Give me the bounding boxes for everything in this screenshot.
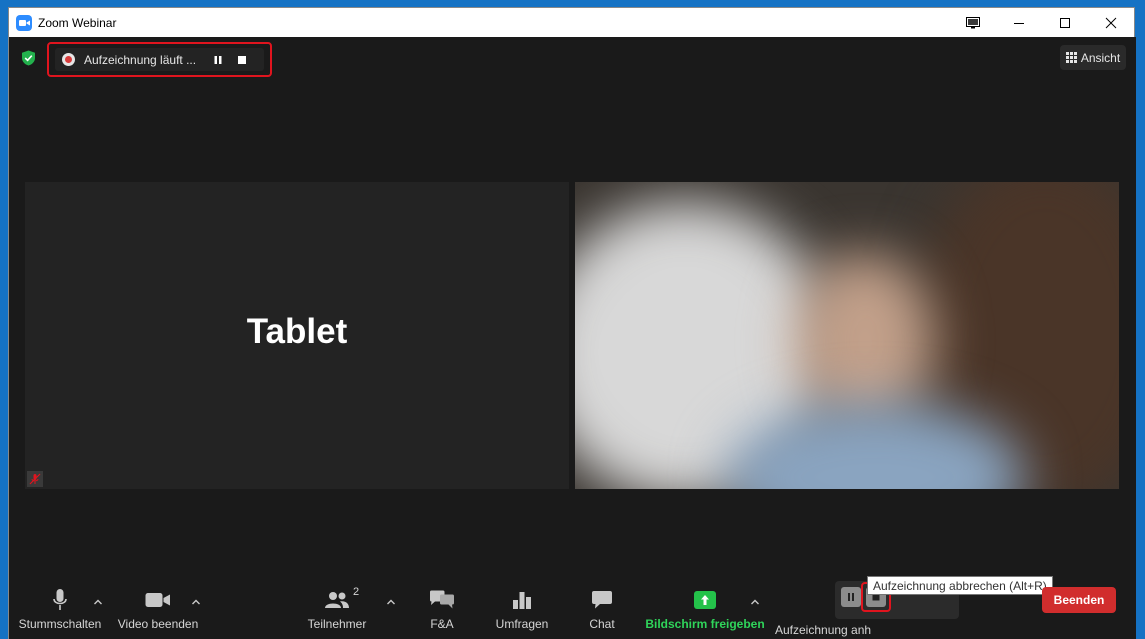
window-controls — [950, 8, 1134, 37]
mute-button[interactable]: Stummschalten — [17, 577, 103, 639]
minimize-icon — [1014, 22, 1024, 24]
zoom-camera-icon — [16, 14, 32, 31]
participants-count: 2 — [353, 586, 360, 598]
share-label: Bildschirm freigeben — [645, 617, 765, 631]
screen-share-display-button[interactable] — [950, 8, 996, 37]
stop-video-button[interactable]: Video beenden — [115, 577, 201, 639]
qa-label: F&A — [430, 617, 454, 631]
recording-indicator: Aufzeichnung läuft ... — [55, 48, 264, 71]
meeting-area: Aufzeichnung läuft ... Ansicht Tablet St… — [9, 37, 1136, 639]
chat-bubble-icon — [592, 591, 612, 609]
microphone-muted-icon — [27, 471, 43, 487]
record-dot-icon — [62, 53, 75, 66]
microphone-icon — [53, 589, 67, 610]
qa-button[interactable]: F&A — [419, 577, 465, 639]
grid-icon — [1065, 52, 1077, 63]
window-title: Zoom Webinar — [38, 15, 117, 30]
pause-recording-toolbar-button[interactable] — [841, 587, 861, 607]
bar-chart-icon — [513, 592, 531, 609]
recording-indicator-highlight: Aufzeichnung läuft ... — [47, 42, 272, 77]
polls-button[interactable]: Umfragen — [489, 577, 555, 639]
chevron-up-icon — [94, 599, 102, 605]
close-icon — [1105, 17, 1117, 28]
stop-recording-button[interactable] — [230, 48, 254, 71]
view-button[interactable]: Ansicht — [1060, 45, 1126, 70]
maximize-button[interactable] — [1042, 8, 1088, 37]
pause-icon — [848, 593, 854, 601]
recording-status-text: Aufzeichnung läuft ... — [84, 52, 197, 67]
stop-recording-tooltip: Aufzeichnung abbrechen (Alt+R) — [867, 576, 1053, 595]
audio-options-caret[interactable] — [93, 593, 103, 605]
qa-bubbles-icon — [430, 590, 454, 609]
share-options-caret[interactable] — [750, 593, 760, 605]
people-icon — [325, 592, 349, 608]
zoom-window: Zoom Webinar Aufzeichnung läuft ... Ansi… — [8, 7, 1136, 639]
minimize-button[interactable] — [996, 8, 1042, 37]
chat-label: Chat — [589, 617, 615, 631]
pause-icon — [214, 55, 222, 64]
close-button[interactable] — [1088, 8, 1134, 37]
participant-tile-tablet[interactable]: Tablet — [25, 182, 569, 489]
participants-label: Teilnehmer — [307, 617, 367, 631]
share-arrow-icon — [694, 591, 716, 609]
video-label: Video beenden — [117, 617, 199, 631]
participant-video-tile[interactable] — [575, 182, 1119, 489]
end-meeting-button[interactable]: Beenden — [1042, 587, 1116, 613]
participants-options-caret[interactable] — [386, 593, 396, 605]
title-bar: Zoom Webinar — [9, 8, 1134, 37]
chevron-up-icon — [751, 599, 759, 605]
mute-label: Stummschalten — [18, 617, 102, 631]
pause-recording-button[interactable] — [206, 48, 230, 71]
share-screen-button[interactable]: Bildschirm freigeben — [645, 577, 765, 639]
maximize-icon — [1060, 17, 1070, 28]
shield-check-icon[interactable] — [21, 50, 36, 66]
stop-icon — [238, 55, 246, 64]
video-options-caret[interactable] — [191, 593, 201, 605]
polls-label: Umfragen — [495, 617, 549, 631]
monitor-icon — [966, 16, 980, 28]
chevron-up-icon — [192, 599, 200, 605]
participant-name: Tablet — [246, 312, 348, 351]
view-label: Ansicht — [1080, 50, 1121, 65]
chat-button[interactable]: Chat — [579, 577, 625, 639]
chevron-up-icon — [387, 599, 395, 605]
recording-label: Aufzeichnung anh — [775, 623, 872, 637]
video-camera-icon — [145, 593, 170, 607]
participants-button[interactable]: Teilnehmer — [299, 577, 375, 639]
